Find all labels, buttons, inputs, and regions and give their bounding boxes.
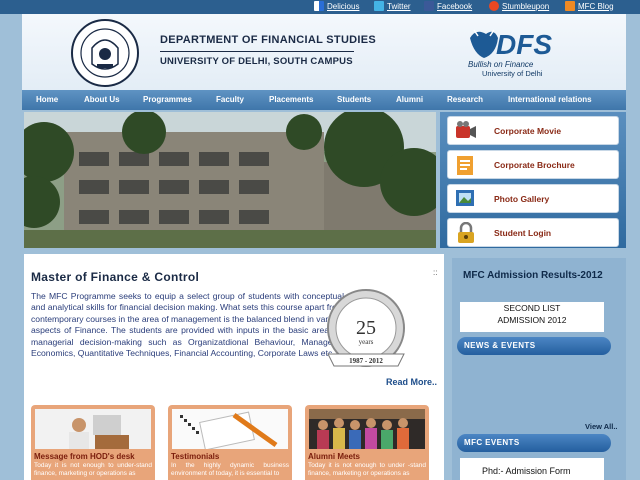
view-all-link[interactable]: View All.. bbox=[585, 422, 618, 431]
testimonials-photo bbox=[172, 409, 288, 449]
read-more-link[interactable]: Read More.. bbox=[386, 377, 437, 387]
facebook-icon bbox=[424, 1, 434, 11]
nav-programmes[interactable]: Programmes bbox=[143, 95, 192, 104]
testimonials-card-text: In the highly dynamic business environme… bbox=[171, 462, 289, 477]
badge-years: 1987 - 2012 bbox=[349, 357, 383, 365]
delicious-label: Delicious bbox=[327, 1, 360, 11]
site-header: DEPARTMENT OF FINANCIAL STUDIES UNIVERSI… bbox=[22, 14, 626, 90]
event-item-label: Phd:- Admission Form bbox=[482, 466, 571, 476]
hod-message-card[interactable]: Message from HOD's desk Today it is not … bbox=[31, 405, 155, 480]
video-camera-icon bbox=[456, 121, 476, 138]
right-sidebar: MFC Admission Results-2012 SECOND LIST A… bbox=[452, 258, 626, 480]
department-title: DEPARTMENT OF FINANCIAL STUDIES bbox=[160, 34, 377, 46]
alumni-meet-photo bbox=[309, 409, 425, 449]
mfc-blog-link[interactable]: MFC Blog bbox=[565, 1, 614, 11]
nav-alumni[interactable]: Alumni bbox=[396, 95, 423, 104]
main-content: Master of Finance & Control :: The MFC P… bbox=[24, 254, 444, 480]
student-login-button[interactable]: Student Login bbox=[447, 218, 619, 247]
testimonials-card-title: Testimonials bbox=[171, 452, 220, 461]
mfc-events-header: MFC EVENTS bbox=[457, 434, 611, 452]
news-events-header: NEWS & EVENTS bbox=[457, 337, 611, 355]
alumni-meets-card[interactable]: Alumni Meets Today it is not enough to u… bbox=[305, 405, 429, 480]
student-login-label: Student Login bbox=[494, 228, 552, 238]
brochure-icon bbox=[457, 156, 473, 175]
lock-icon bbox=[458, 222, 474, 243]
second-list-link[interactable]: SECOND LIST ADMISSION 2012 bbox=[460, 302, 604, 332]
quick-links-panel: Corporate Movie Corporate Brochure Photo… bbox=[440, 112, 626, 248]
twitter-link[interactable]: Twitter bbox=[374, 1, 411, 11]
result-line-1: SECOND LIST bbox=[503, 303, 561, 313]
photo-gallery-button[interactable]: Photo Gallery bbox=[447, 184, 619, 213]
rss-icon bbox=[565, 1, 575, 11]
nav-about-us[interactable]: About Us bbox=[84, 95, 120, 104]
top-social-bar: Delicious Twitter Facebook Stumbleupon M… bbox=[0, 0, 640, 14]
photo-frame-icon bbox=[456, 190, 474, 206]
university-title: UNIVERSITY OF DELHI, SOUTH CAMPUS bbox=[160, 56, 353, 67]
photo-gallery-label: Photo Gallery bbox=[494, 194, 550, 204]
event-item[interactable]: Phd:- Admission Form bbox=[460, 458, 604, 480]
drag-handle: :: bbox=[433, 268, 438, 277]
header-divider bbox=[160, 51, 354, 52]
dfs-logo-text: DFS bbox=[496, 29, 552, 60]
25-years-anniversary-badge: 25 years 1987 - 2012 bbox=[327, 289, 405, 367]
result-line-2: ADMISSION 2012 bbox=[497, 315, 567, 325]
twitter-icon bbox=[374, 1, 384, 11]
stumbleupon-link[interactable]: Stumbleupon bbox=[489, 1, 549, 11]
logo-tagline: Bullish on Finance bbox=[468, 60, 534, 69]
hod-card-title: Message from HOD's desk bbox=[34, 452, 135, 461]
programme-description: The MFC Programme seeks to equip a selec… bbox=[31, 291, 344, 359]
mfc-blog-label: MFC Blog bbox=[578, 1, 614, 11]
logo-subtitle: University of Delhi bbox=[482, 69, 543, 78]
university-seal-logo[interactable] bbox=[70, 18, 140, 88]
corporate-brochure-button[interactable]: Corporate Brochure bbox=[447, 150, 619, 179]
nav-students[interactable]: Students bbox=[337, 95, 371, 104]
delicious-link[interactable]: Delicious bbox=[314, 1, 359, 11]
hod-photo bbox=[35, 409, 151, 449]
admission-results-title: MFC Admission Results-2012 bbox=[463, 270, 603, 281]
stumbleupon-icon bbox=[489, 1, 499, 11]
nav-placements[interactable]: Placements bbox=[269, 95, 313, 104]
nav-international-relations[interactable]: International relations bbox=[508, 95, 592, 104]
hod-card-text: Today it is not enough to under-stand fi… bbox=[34, 462, 152, 477]
corporate-movie-button[interactable]: Corporate Movie bbox=[447, 116, 619, 145]
corporate-movie-label: Corporate Movie bbox=[494, 126, 562, 136]
news-events-label: NEWS & EVENTS bbox=[464, 341, 536, 350]
facebook-link[interactable]: Facebook bbox=[424, 1, 472, 11]
main-navigation: Home About Us Programmes Faculty Placeme… bbox=[22, 90, 626, 110]
delicious-icon bbox=[314, 1, 324, 11]
campus-building-photo bbox=[24, 112, 436, 248]
nav-faculty[interactable]: Faculty bbox=[216, 95, 244, 104]
mfc-events-label: MFC EVENTS bbox=[464, 438, 520, 447]
programme-title: Master of Finance & Control bbox=[31, 270, 200, 284]
stumbleupon-label: Stumbleupon bbox=[502, 1, 550, 11]
badge-word: years bbox=[359, 338, 374, 346]
testimonials-card[interactable]: Testimonials In the highly dynamic busin… bbox=[168, 405, 292, 480]
nav-home[interactable]: Home bbox=[36, 95, 58, 104]
nav-research[interactable]: Research bbox=[447, 95, 483, 104]
facebook-label: Facebook bbox=[437, 1, 473, 11]
twitter-label: Twitter bbox=[387, 1, 411, 11]
corporate-brochure-label: Corporate Brochure bbox=[494, 160, 575, 170]
alumni-card-title: Alumni Meets bbox=[308, 452, 361, 461]
badge-number: 25 bbox=[356, 317, 376, 339]
alumni-card-text: Today it is not enough to under -stand f… bbox=[308, 462, 426, 477]
